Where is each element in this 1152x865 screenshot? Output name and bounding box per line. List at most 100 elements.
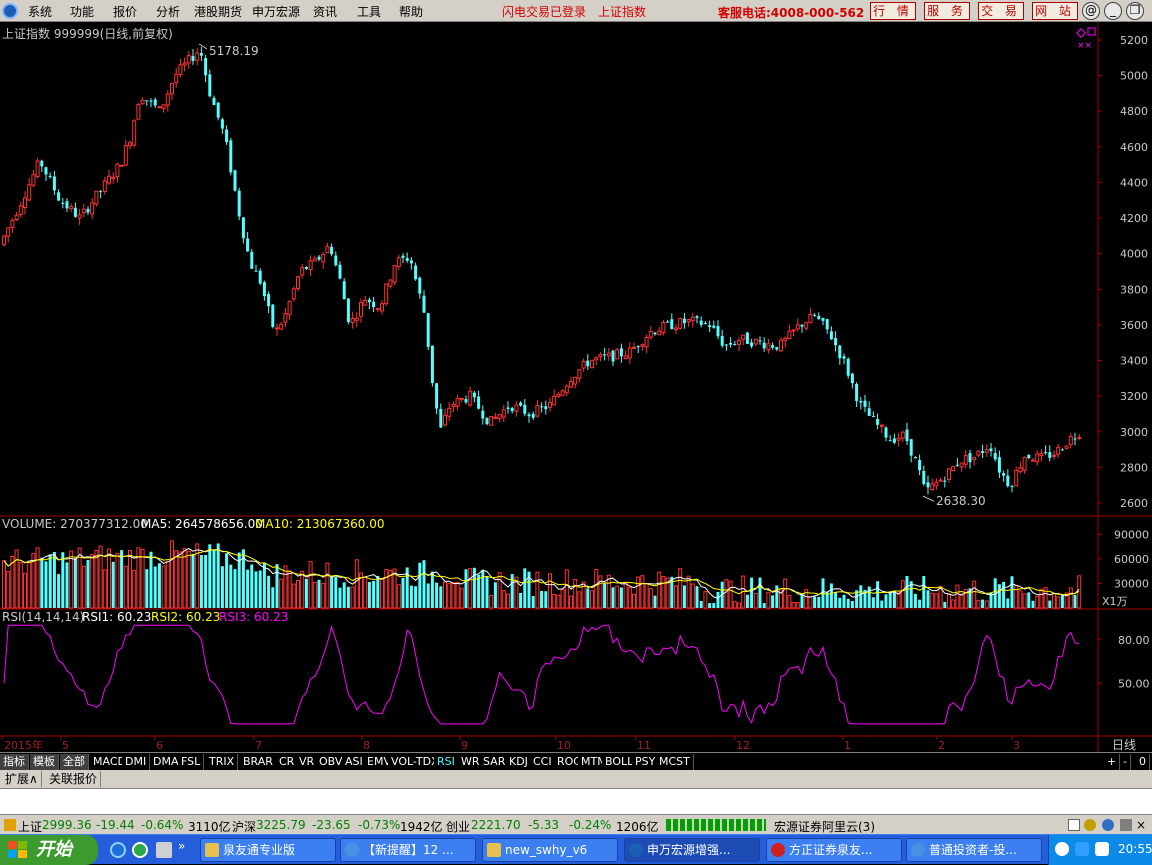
candle-body-up [443, 414, 447, 426]
menu-news[interactable]: 资讯 [313, 3, 337, 20]
candle-body-up [632, 346, 636, 349]
volume-bar-up [598, 575, 603, 609]
menu-quote[interactable]: 报价 [113, 3, 137, 20]
website-button[interactable]: 网 站 [1032, 2, 1078, 20]
quicklaunch-expand-icon[interactable]: » [178, 839, 185, 853]
indicator-tab-cci[interactable]: CCI [530, 754, 556, 770]
hs-percent: -0.73% [358, 818, 401, 832]
task-founder[interactable]: 方正证券泉友... [766, 838, 902, 862]
task-new-swhy[interactable]: new_swhy_v6 [482, 838, 618, 862]
chart-area[interactable]: 5200 5000 4800 4600 4400 4200 4000 3800 3600 3400… [0, 22, 1152, 752]
indicator-tab-指标[interactable]: 指标 [0, 754, 29, 770]
candle-body-up [766, 343, 771, 351]
ie-icon[interactable] [110, 842, 126, 858]
candle-body-down [922, 470, 926, 484]
indicator-tab-vr[interactable]: VR [296, 754, 319, 770]
candle-body-down [1060, 449, 1064, 451]
volume-bar-up [661, 575, 666, 609]
tray-arrow-icon[interactable] [1055, 842, 1069, 856]
candle-body-down [57, 192, 61, 201]
candle-body-down [888, 440, 892, 442]
candle-body-down [61, 202, 65, 204]
menu-system[interactable]: 系统 [28, 3, 52, 20]
indicator-tab-kdj[interactable]: KDJ [506, 754, 532, 770]
candle-body-up [1064, 445, 1069, 449]
tab-control-0[interactable]: + [1104, 754, 1121, 770]
candle-body-up [1077, 436, 1082, 439]
indicator-tab-brar[interactable]: BRAR [240, 754, 277, 770]
tab-control-1[interactable]: - [1120, 754, 1131, 770]
server-name[interactable]: 宏源证券阿里云(3) [774, 818, 875, 835]
task-reminder[interactable]: 【新提醒】12 ... [340, 838, 476, 862]
volume-bar-down [905, 576, 909, 608]
indicator-tab-fsl[interactable]: FSL [178, 754, 205, 770]
indicator-tab-trix[interactable]: TRIX [206, 754, 239, 770]
volume-bar-down [771, 595, 775, 608]
menu-analysis[interactable]: 分析 [156, 3, 180, 20]
menu-swhy[interactable]: 申万宏源 [252, 3, 300, 20]
indicator-tab-rsi[interactable]: RSI [434, 754, 459, 770]
indicator-tab-模板[interactable]: 模板 [30, 754, 59, 770]
candle-body-up [657, 330, 662, 336]
volume-bar-up [955, 584, 960, 609]
security-icon[interactable] [1075, 842, 1089, 856]
lock-icon[interactable] [1084, 819, 1096, 831]
task-investor[interactable]: 普通投资者-投... [906, 838, 1042, 862]
volume-bar-up [132, 569, 137, 609]
minimize-icon[interactable]: _ [1104, 2, 1122, 20]
desktop-icon[interactable] [156, 842, 172, 858]
volume-bar-up [753, 592, 758, 609]
indicator-tab-sar[interactable]: SAR [480, 754, 510, 770]
chart-canvas[interactable]: 5200 5000 4800 4600 4400 4200 4000 3800 3600 3400… [0, 22, 1152, 752]
candle-body-up [514, 404, 519, 412]
menu-hk-futures[interactable]: 港股期货 [194, 3, 242, 20]
indicator-tab-mcst[interactable]: MCST [656, 754, 694, 770]
hs-amount: 1942亿 [400, 820, 443, 834]
candle-body-down [1048, 452, 1052, 458]
volume-ma10: MA10: 213067360.00 [255, 517, 385, 531]
candle-body-down [775, 347, 779, 350]
indicator-tab-全部[interactable]: 全部 [60, 754, 89, 770]
volume-bar-down [464, 569, 468, 608]
tab-control-2[interactable]: 0 [1136, 754, 1150, 770]
trade-button[interactable]: 交 易 [978, 2, 1024, 20]
market-button[interactable]: 行 情 [870, 2, 916, 20]
menu-help[interactable]: 帮助 [399, 3, 423, 20]
candle-body-down [262, 282, 266, 297]
extend-tab[interactable]: 扩展∧ [2, 771, 42, 787]
menu-tools[interactable]: 工具 [357, 3, 381, 20]
feedback-icon[interactable]: @ [1082, 2, 1100, 20]
menu-function[interactable]: 功能 [70, 3, 94, 20]
volume-bar-up [140, 548, 145, 609]
alert-icon[interactable] [4, 819, 16, 831]
volume-bar-up [468, 568, 473, 609]
volume-bar-down [430, 571, 434, 608]
price-tick-label: 5000 [1120, 70, 1148, 83]
volume-icon[interactable] [1095, 842, 1109, 856]
candle-body-down [342, 281, 346, 300]
volume-bar-up [569, 595, 573, 609]
restore-icon[interactable]: ❐ [1126, 2, 1144, 20]
browser-icon[interactable] [132, 842, 148, 858]
candle-body-down [586, 360, 590, 367]
task-swhy-enhanced[interactable]: 申万宏源增强... [624, 838, 760, 862]
volume-bar-down [208, 544, 212, 608]
candle-body-up [1014, 469, 1019, 487]
candle-body-down [40, 160, 44, 167]
indicator-tab-dmi[interactable]: DMI [122, 754, 151, 770]
close-status-icon[interactable]: × [1136, 819, 1148, 831]
start-button[interactable]: 开始 [0, 835, 98, 865]
settings-icon[interactable] [1120, 819, 1132, 831]
candle-body-down [829, 331, 833, 340]
low-label: 2638.30 [936, 494, 986, 508]
network-icon[interactable] [1102, 819, 1114, 831]
candle-body-up [312, 258, 317, 262]
task-quanyoutong[interactable]: 泉友通专业版 [200, 838, 336, 862]
service-button[interactable]: 服 务 [924, 2, 970, 20]
message-icon[interactable] [1068, 819, 1080, 831]
candle-body-down [212, 97, 216, 105]
indicator-tab-cr[interactable]: CR [276, 754, 299, 770]
related-quote-tab[interactable]: 关联报价 [46, 771, 102, 787]
volume-bar-down [52, 552, 56, 608]
price-tick-label: 2600 [1120, 497, 1148, 510]
